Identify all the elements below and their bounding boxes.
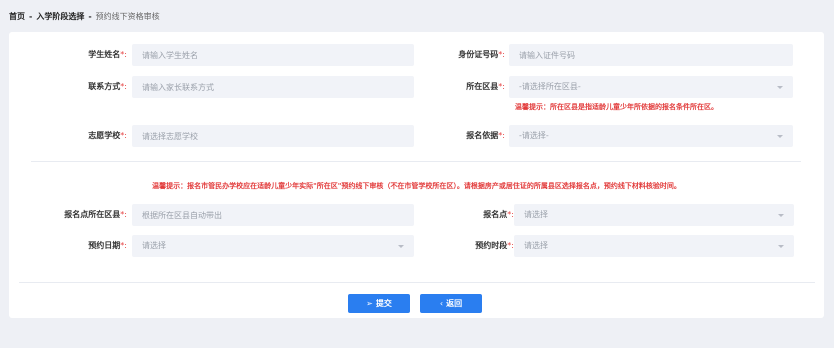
send-icon: ➢: [366, 299, 373, 308]
reg-point-select-value: 请选择: [524, 210, 548, 219]
id-number-label: 身份证号码*:: [458, 50, 505, 59]
appt-date-select-value: 请选择: [142, 241, 166, 250]
chevron-down-icon: [777, 86, 783, 89]
form-row: 报名点所在区县*: 报名点*: 请选择: [9, 204, 824, 226]
contact-field[interactable]: [132, 76, 414, 98]
appt-date-select[interactable]: 请选择: [132, 235, 414, 257]
form-row: 志愿学校*: 报名依据*: -请选择-: [9, 125, 824, 147]
basis-select[interactable]: -请选择-: [509, 125, 793, 147]
back-button[interactable]: ‹ 返回: [420, 294, 482, 313]
chevron-down-icon: [398, 245, 404, 248]
chevron-left-icon: ‹: [439, 299, 444, 308]
contact-label: 联系方式*:: [88, 82, 127, 91]
required-mark: *:: [507, 210, 514, 219]
required-mark: *:: [120, 210, 127, 219]
district-select-value: -请选择所在区县-: [519, 82, 581, 91]
reg-district-field: [132, 204, 414, 226]
student-name-label: 学生姓名*:: [88, 50, 127, 59]
school-label: 志愿学校*:: [88, 131, 127, 140]
breadcrumb-stage[interactable]: 入学阶段选择: [36, 12, 84, 21]
reg-district-label: 报名点所在区县*:: [64, 210, 127, 219]
reg-point-select[interactable]: 请选择: [514, 204, 794, 226]
required-mark: *:: [498, 131, 505, 140]
breadcrumb-separator: -: [88, 12, 92, 21]
appt-date-label: 预约日期*:: [88, 241, 127, 250]
required-mark: *:: [120, 50, 127, 59]
chevron-down-icon: [778, 214, 784, 217]
id-number-input[interactable]: [519, 44, 766, 66]
submit-button[interactable]: ➢ 提交: [348, 294, 410, 313]
appt-slot-select-value: 请选择: [524, 241, 548, 250]
basis-label: 报名依据*:: [466, 131, 505, 140]
id-number-field[interactable]: [509, 44, 793, 66]
form-row: 预约日期*: 请选择 预约时段*: 请选择: [9, 235, 824, 257]
reg-point-label: 报名点*:: [483, 210, 514, 219]
basis-select-value: -请选择-: [519, 131, 549, 140]
appt-slot-select[interactable]: 请选择: [514, 235, 794, 257]
district-select[interactable]: -请选择所在区县-: [509, 76, 793, 98]
breadcrumb-separator: -: [29, 12, 33, 21]
reg-district-input: [142, 204, 387, 226]
notice-text: 温馨提示：报名市管民办学校应在适龄儿童少年实际"所在区"预约线下审核（不在市管学…: [152, 182, 681, 190]
school-field[interactable]: [132, 125, 414, 147]
required-mark: *:: [498, 50, 505, 59]
district-label: 所在区县*:: [466, 82, 505, 91]
school-input[interactable]: [142, 125, 387, 147]
required-mark: *:: [498, 82, 505, 91]
student-name-field[interactable]: [132, 44, 414, 66]
breadcrumb: 首页 - 入学阶段选择 - 预约线下资格审核: [9, 11, 160, 23]
student-name-input[interactable]: [142, 44, 387, 66]
contact-input[interactable]: [142, 76, 387, 98]
breadcrumb-current: 预约线下资格审核: [95, 12, 160, 21]
chevron-down-icon: [777, 135, 783, 138]
section-divider: [31, 161, 801, 162]
form-row: 联系方式*: 所在区县*: -请选择所在区县-: [9, 76, 824, 98]
form-row: 学生姓名*: 身份证号码*:: [9, 44, 824, 66]
breadcrumb-home[interactable]: 首页: [9, 12, 25, 21]
chevron-down-icon: [778, 245, 784, 248]
appt-slot-label: 预约时段*:: [475, 241, 514, 250]
actions-divider: [19, 282, 815, 283]
district-hint: 温馨提示：所在区县是指适龄儿童少年所依据的报名条件所在区。: [515, 103, 718, 111]
required-mark: *:: [120, 241, 127, 250]
required-mark: *:: [120, 82, 127, 91]
required-mark: *:: [507, 241, 514, 250]
form-card: 学生姓名*: 身份证号码*: 联系方式*: 所在区县*: -请选择所在区县- 温…: [9, 32, 824, 318]
required-mark: *:: [120, 131, 127, 140]
